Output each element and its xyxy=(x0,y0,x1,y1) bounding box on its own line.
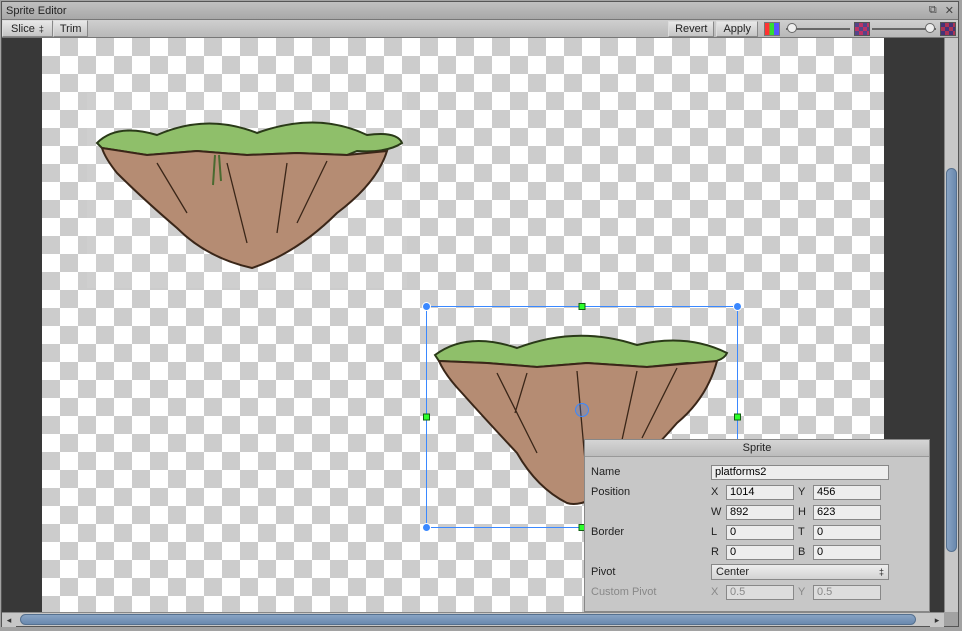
pivot-label: Pivot xyxy=(591,566,711,578)
custom-pivot-label: Custom Pivot xyxy=(591,586,711,598)
border-r-input[interactable] xyxy=(726,545,794,560)
horizontal-scrollbar-thumb[interactable] xyxy=(20,614,916,625)
custom-y-label: Y xyxy=(798,586,810,598)
name-label: Name xyxy=(591,466,711,478)
revert-button[interactable]: Revert xyxy=(668,21,714,37)
window-titlebar: Sprite Editor ⧉ ✕ xyxy=(2,2,958,20)
pos-h-label: H xyxy=(798,506,810,518)
revert-label: Revert xyxy=(675,23,707,35)
sprite-inspector-panel: Sprite Name Position X Y xyxy=(584,439,930,612)
scroll-left-icon[interactable]: ◂ xyxy=(2,613,16,627)
dropdown-arrows-icon: ‡ xyxy=(879,567,884,577)
custom-y-input xyxy=(813,585,881,600)
window-close-icon[interactable]: ✕ xyxy=(945,4,954,17)
pivot-handle[interactable] xyxy=(575,403,589,417)
pos-x-input[interactable] xyxy=(726,485,794,500)
border-b-input[interactable] xyxy=(813,545,881,560)
trim-label: Trim xyxy=(60,23,82,35)
border-l-input[interactable] xyxy=(726,525,794,540)
alpha-background-swatch[interactable] xyxy=(854,22,870,36)
border-t-label: T xyxy=(798,526,810,538)
horizontal-scrollbar[interactable]: ◂ ▸ xyxy=(2,612,944,626)
border-handle-right[interactable] xyxy=(734,414,741,421)
resize-handle-top-left[interactable] xyxy=(422,302,431,311)
custom-x-label: X xyxy=(711,586,723,598)
name-input[interactable] xyxy=(711,465,889,480)
scroll-right-icon[interactable]: ▸ xyxy=(930,613,944,627)
resize-handle-top-right[interactable] xyxy=(733,302,742,311)
trim-button[interactable]: Trim xyxy=(53,20,89,37)
rgb-channels-icon[interactable] xyxy=(764,22,780,36)
apply-button[interactable]: Apply xyxy=(716,21,758,37)
pivot-dropdown[interactable]: Center ‡ xyxy=(711,564,889,580)
apply-label: Apply xyxy=(723,23,751,35)
resize-handle-bottom-left[interactable] xyxy=(422,523,431,532)
zoom-slider[interactable] xyxy=(872,22,936,36)
window-title: Sprite Editor xyxy=(6,5,929,17)
border-l-label: L xyxy=(711,526,723,538)
window-dock-icon[interactable]: ⧉ xyxy=(929,4,937,17)
slice-dropdown[interactable]: Slice ‡ xyxy=(2,20,53,37)
pos-w-input[interactable] xyxy=(726,505,794,520)
custom-x-input xyxy=(726,585,794,600)
border-handle-left[interactable] xyxy=(423,414,430,421)
pos-h-input[interactable] xyxy=(813,505,881,520)
content-area: Sprite Name Position X Y xyxy=(2,38,958,612)
pos-y-input[interactable] xyxy=(813,485,881,500)
border-b-label: B xyxy=(798,546,810,558)
pos-x-label: X xyxy=(711,486,723,498)
sprite-slice-1[interactable] xyxy=(87,93,407,288)
sprite-canvas[interactable]: Sprite Name Position X Y xyxy=(2,38,944,612)
pos-y-label: Y xyxy=(798,486,810,498)
border-handle-top[interactable] xyxy=(579,303,586,310)
slice-label: Slice xyxy=(11,23,35,35)
border-r-label: R xyxy=(711,546,723,558)
position-label: Position xyxy=(591,486,711,498)
vertical-scrollbar[interactable] xyxy=(944,38,958,612)
vertical-scrollbar-thumb[interactable] xyxy=(946,168,957,552)
pos-w-label: W xyxy=(711,506,723,518)
alpha-slider[interactable] xyxy=(786,22,850,36)
panel-title: Sprite xyxy=(585,440,929,457)
pivot-value: Center xyxy=(716,566,749,578)
zoom-background-swatch[interactable] xyxy=(940,22,956,36)
dropdown-arrows-icon: ‡ xyxy=(39,24,44,34)
toolbar: Slice ‡ Trim Revert Apply xyxy=(2,20,958,38)
border-label: Border xyxy=(591,526,711,538)
border-t-input[interactable] xyxy=(813,525,881,540)
canvas-padding-left xyxy=(2,38,42,612)
